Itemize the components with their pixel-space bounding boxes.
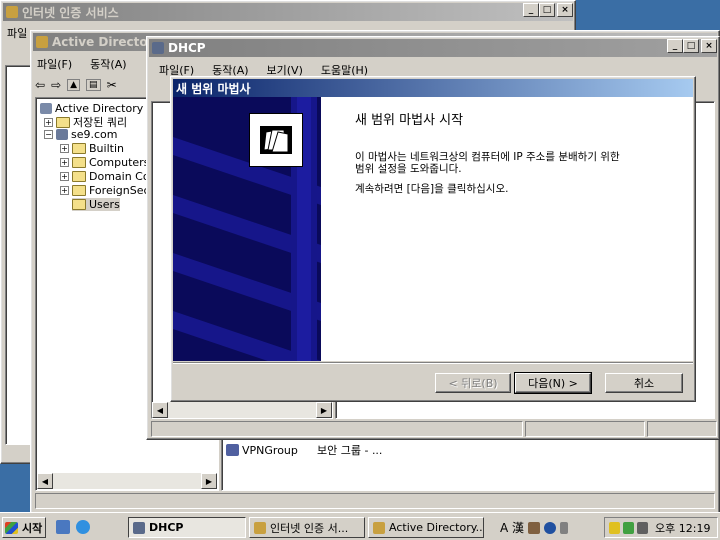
next-button[interactable]: 다음(N) > — [514, 372, 592, 394]
domain-icon — [56, 129, 68, 140]
folder-icon — [56, 116, 70, 128]
dhcp-hscroll[interactable]: ◀ ▶ — [152, 402, 332, 418]
collapse-icon[interactable]: − — [44, 130, 53, 139]
expand-icon[interactable]: + — [60, 158, 69, 167]
ias-titlebar[interactable]: 인터넷 인증 서비스 — [3, 3, 573, 21]
ad-tree-hscroll[interactable]: ◀ ▶ — [37, 473, 217, 489]
tree-item-computers[interactable]: + Computers — [60, 156, 149, 169]
ad-status-bar — [35, 493, 715, 509]
task-active-directory[interactable]: Active Directory... — [368, 517, 484, 538]
dhcp-scroll-right-arrow-icon[interactable]: ▶ — [316, 402, 332, 418]
wizard-body-line2: 범위 설정을 도와줍니다. — [355, 163, 462, 175]
internet-explorer-icon[interactable] — [76, 520, 90, 534]
expand-icon[interactable]: + — [44, 117, 53, 127]
tree-toggle-icon[interactable]: ▤ — [86, 79, 101, 91]
show-desktop-icon[interactable] — [56, 520, 70, 534]
dhcp-task-icon — [133, 521, 145, 534]
system-tray: 오후 12:19 — [604, 517, 718, 538]
tree-item-users[interactable]: Users — [72, 198, 120, 211]
ad-menu-file[interactable]: 파일(F) — [35, 55, 74, 73]
quick-launch — [56, 520, 90, 534]
ad-task-icon — [373, 521, 385, 534]
back-arrow-icon[interactable]: ⇦ — [35, 78, 45, 92]
wizard-titlebar[interactable]: 새 범위 마법사 — [173, 79, 693, 97]
dhcp-app-icon — [152, 42, 164, 54]
wizard-title: 새 범위 마법사 — [176, 81, 251, 96]
monitor-icon[interactable] — [637, 521, 648, 534]
cut-icon[interactable]: ✂ — [107, 78, 117, 92]
close-button[interactable]: × — [557, 3, 573, 17]
windows-logo-icon — [5, 521, 18, 534]
cancel-button[interactable]: 취소 — [605, 373, 683, 393]
expand-icon[interactable]: + — [60, 172, 69, 181]
dhcp-titlebar[interactable]: DHCP — [149, 39, 717, 57]
dhcp-maximize-button[interactable]: □ — [683, 39, 699, 53]
new-scope-wizard[interactable]: 새 범위 마법사 새 범위 마법사 시작 이 마법사는 네트워크상의 컴퓨터에 … — [170, 76, 696, 402]
ad-title: Active Directory — [52, 35, 162, 49]
options-icon[interactable] — [560, 521, 569, 534]
tree-item-domain-controllers[interactable]: + Domain Co — [60, 170, 150, 183]
folder-icon — [72, 157, 86, 168]
minimize-button[interactable]: _ — [523, 3, 539, 17]
task-dhcp[interactable]: DHCP — [128, 517, 246, 538]
tree-item-builtin[interactable]: + Builtin — [60, 142, 124, 155]
scroll-left-arrow-icon[interactable]: ◀ — [37, 473, 53, 489]
ias-tree-pane — [5, 65, 31, 445]
ad-menu-action[interactable]: 동작(A) — [88, 55, 128, 73]
taskbar: 시작 DHCP 인터넷 인증 서... Active Directory... … — [0, 512, 720, 540]
ime-pad-icon[interactable] — [528, 521, 541, 534]
start-button[interactable]: 시작 — [2, 517, 46, 538]
ias-task-icon — [254, 521, 266, 534]
network-icon[interactable] — [623, 521, 634, 534]
wizard-content: 새 범위 마법사 시작 이 마법사는 네트워크상의 컴퓨터에 IP 주소를 분배… — [321, 97, 693, 361]
wizard-side-banner — [173, 97, 321, 361]
dhcp-minimize-button[interactable]: _ — [667, 39, 683, 53]
up-folder-icon[interactable]: ▲ — [67, 79, 81, 91]
group-icon — [226, 444, 239, 456]
tree-item-foreign-security[interactable]: + ForeignSec — [60, 184, 150, 197]
ias-menu-file[interactable]: 파일 — [5, 24, 29, 42]
security-shield-icon[interactable] — [609, 521, 620, 534]
language-bar[interactable]: A 漢 — [500, 519, 569, 536]
ou-folder-icon — [72, 171, 86, 182]
help-icon[interactable] — [544, 521, 557, 534]
wizard-divider — [173, 362, 693, 364]
wizard-continue-text: 계속하려면 [다음]을 클릭하십시오. — [355, 183, 509, 195]
wizard-heading: 새 범위 마법사 시작 — [355, 113, 464, 128]
ad-root-icon — [40, 102, 52, 114]
back-button[interactable]: < 뒤로(B) — [435, 373, 511, 393]
task-ias[interactable]: 인터넷 인증 서... — [249, 517, 365, 538]
folders-icon — [249, 113, 303, 167]
expand-icon[interactable]: + — [60, 144, 69, 153]
maximize-button[interactable]: □ — [539, 3, 555, 17]
ias-title: 인터넷 인증 서비스 — [22, 5, 119, 20]
forward-arrow-icon[interactable]: ⇨ — [51, 78, 61, 92]
dhcp-status-bar — [151, 421, 717, 437]
folder-icon — [72, 143, 86, 154]
ad-app-icon — [36, 36, 48, 48]
tree-item-domain[interactable]: − se9.com — [44, 128, 118, 141]
folder-icon — [72, 185, 86, 196]
dhcp-scroll-left-arrow-icon[interactable]: ◀ — [152, 402, 168, 418]
list-row-vpngroup[interactable]: VPNGroup 보안 그룹 - ... — [226, 442, 382, 458]
ias-app-icon — [6, 6, 18, 18]
scroll-right-arrow-icon[interactable]: ▶ — [201, 473, 217, 489]
dhcp-close-button[interactable]: × — [701, 39, 717, 53]
clock[interactable]: 오후 12:19 — [655, 520, 710, 536]
folder-icon — [72, 199, 86, 210]
dhcp-title: DHCP — [168, 41, 206, 55]
expand-icon[interactable]: + — [60, 186, 69, 195]
ad-toolbar: ⇦ ⇨ ▲ ▤ ✂ — [35, 75, 155, 95]
